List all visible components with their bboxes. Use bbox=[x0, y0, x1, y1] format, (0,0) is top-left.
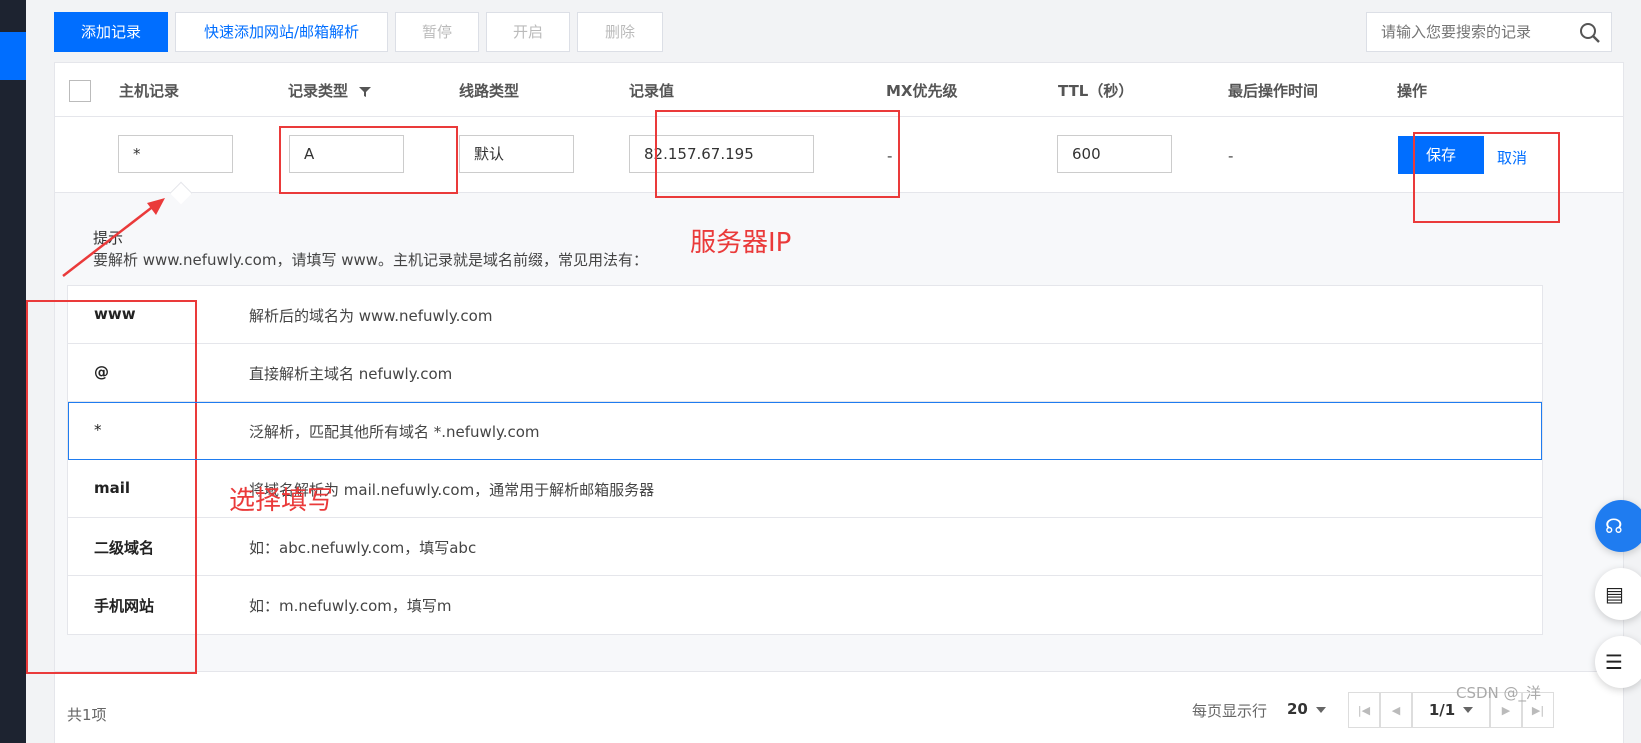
headset-support-icon[interactable]: ☊ bbox=[1595, 500, 1641, 552]
annotation-choose-fill: 选择填写 bbox=[229, 486, 334, 516]
left-sidebar bbox=[0, 0, 26, 743]
document-icon[interactable]: ▤ bbox=[1595, 568, 1641, 620]
tip-value: 解析后的域名为 www.nefuwly.com bbox=[249, 307, 493, 325]
tip-row-at[interactable]: @ 直接解析主域名 nefuwly.com bbox=[68, 344, 1542, 402]
search-icon[interactable] bbox=[1579, 22, 1601, 44]
first-page-icon[interactable]: |◀ bbox=[1348, 692, 1380, 728]
tip-row-wildcard[interactable]: * 泛解析，匹配其他所有域名 *.nefuwly.com bbox=[68, 402, 1542, 460]
header-value: 记录值 bbox=[629, 82, 675, 100]
header-mx: MX优先级 bbox=[886, 82, 958, 100]
toolbar: 添加记录 快速添加网站/邮箱解析 暂停 开启 删除 bbox=[54, 12, 1631, 52]
tip-value: 泛解析，匹配其他所有域名 *.nefuwly.com bbox=[249, 423, 540, 441]
page-indicator: 1/1 bbox=[1428, 701, 1456, 719]
tip-value: 如：m.nefuwly.com，填写m bbox=[249, 597, 452, 615]
tip-value: 直接解析主域名 nefuwly.com bbox=[249, 365, 453, 383]
host-tip-panel: 提示 要解析 www.nefuwly.com，请填写 www。主机记录就是域名前… bbox=[55, 193, 1623, 671]
annotation-box-save bbox=[1413, 132, 1560, 223]
select-all-checkbox[interactable] bbox=[69, 80, 91, 102]
tip-value: 如：abc.nefuwly.com，填写abc bbox=[249, 539, 477, 557]
header-last-op: 最后操作时间 bbox=[1228, 82, 1319, 100]
search-input[interactable] bbox=[1381, 13, 1571, 51]
chevron-down-icon bbox=[1463, 707, 1474, 713]
tip-table: www 解析后的域名为 www.nefuwly.com @ 直接解析主域名 ne… bbox=[67, 285, 1543, 635]
per-page-value: 20 bbox=[1287, 700, 1308, 718]
header-line: 线路类型 bbox=[459, 82, 520, 100]
pause-button[interactable]: 暂停 bbox=[395, 12, 479, 52]
pagination-footer: 共1项 每页显示行 20 |◀ ◀ 1/1 ▶ ▶| bbox=[55, 671, 1623, 743]
annotation-arrow-icon bbox=[62, 198, 165, 277]
add-record-button[interactable]: 添加记录 bbox=[54, 12, 168, 52]
annotation-box-type bbox=[279, 126, 458, 194]
header-type-label: 记录类型 bbox=[288, 82, 349, 100]
header-action: 操作 bbox=[1397, 82, 1428, 100]
total-count: 共1项 bbox=[67, 706, 107, 724]
menu-icon[interactable]: ☰ bbox=[1595, 636, 1641, 688]
annotation-box-value bbox=[655, 110, 900, 198]
table-header: 主机记录 记录类型 线路类型 记录值 MX优先级 TTL（秒） 最后操作时间 操… bbox=[55, 63, 1623, 117]
annotation-server-ip: 服务器IP bbox=[690, 228, 792, 258]
last-op-value: - bbox=[1228, 147, 1234, 165]
sidebar-active-indicator[interactable] bbox=[0, 32, 26, 80]
chevron-down-icon bbox=[1315, 706, 1326, 713]
header-type: 记录类型 bbox=[288, 80, 372, 101]
ttl-input[interactable]: 600 bbox=[1057, 135, 1172, 173]
enable-button[interactable]: 开启 bbox=[486, 12, 570, 52]
tip-row-mobile[interactable]: 手机网站 如：m.nefuwly.com，填写m bbox=[68, 576, 1542, 634]
tip-row-subdomain[interactable]: 二级域名 如：abc.nefuwly.com，填写abc bbox=[68, 518, 1542, 576]
delete-button[interactable]: 删除 bbox=[577, 12, 663, 52]
tip-key: * bbox=[94, 421, 102, 439]
per-page-select[interactable]: 20 bbox=[1287, 700, 1326, 718]
header-ttl: TTL（秒） bbox=[1058, 82, 1134, 100]
quick-add-button[interactable]: 快速添加网站/邮箱解析 bbox=[175, 12, 388, 52]
search-box bbox=[1366, 12, 1612, 52]
filter-icon[interactable] bbox=[359, 86, 372, 98]
line-select[interactable]: 默认 bbox=[459, 135, 574, 173]
tip-row-www[interactable]: www 解析后的域名为 www.nefuwly.com bbox=[68, 286, 1542, 344]
per-page-label: 每页显示行 bbox=[1192, 702, 1268, 720]
prev-page-icon[interactable]: ◀ bbox=[1380, 692, 1412, 728]
annotation-box-host-options bbox=[26, 300, 197, 674]
watermark: CSDN @_洋 bbox=[1456, 684, 1542, 702]
tip-description: 要解析 www.nefuwly.com，请填写 www。主机记录就是域名前缀，常… bbox=[93, 251, 649, 269]
header-host: 主机记录 bbox=[119, 82, 180, 100]
host-input[interactable]: * bbox=[118, 135, 233, 173]
